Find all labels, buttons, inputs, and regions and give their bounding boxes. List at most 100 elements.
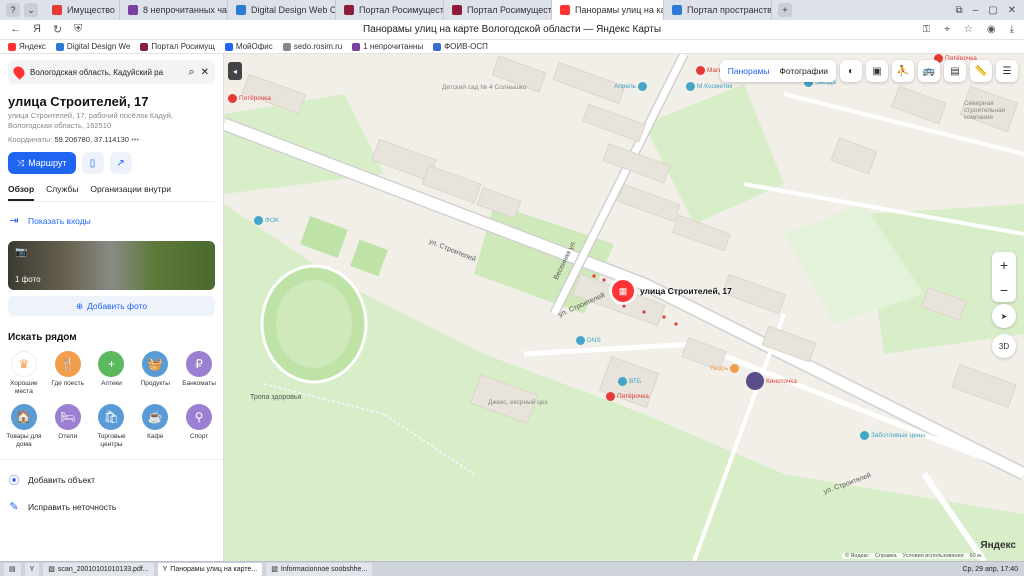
share-button[interactable]: ↗	[109, 152, 132, 174]
nearby-category[interactable]: 🛍 Торговые центры	[90, 404, 134, 449]
extensions-icon[interactable]: ◉	[987, 24, 996, 35]
nearby-category[interactable]: 🛏 Отели	[46, 404, 90, 449]
locate-me-icon[interactable]: ➤	[992, 304, 1016, 328]
map-canvas[interactable]	[224, 54, 1024, 561]
taskbar-item-browser[interactable]: Y Панорамы улиц на карте...	[157, 562, 263, 576]
bookmark-item[interactable]: Digital Design We	[55, 42, 131, 51]
zoom-in-button[interactable]: +	[1000, 257, 1008, 273]
show-entrances-link[interactable]: ⇥ Показать входы	[8, 214, 215, 227]
add-photo-button[interactable]: ⊕ Добавить фото	[8, 296, 215, 316]
search-box[interactable]: Вологодская область, Кадуйский ра ⌕ ✕	[8, 60, 215, 84]
poi-fok[interactable]: ФОК	[254, 216, 279, 225]
search-input[interactable]: Вологодская область, Кадуйский ра	[30, 68, 182, 77]
minimize-icon[interactable]: –	[973, 5, 979, 16]
selected-address-pin[interactable]: ▦ улица Строителей, 17	[612, 280, 732, 302]
nearby-category[interactable]: 🏠 Товары для дома	[2, 404, 46, 449]
browser-tab[interactable]: Digital Design Web Client	[228, 0, 336, 20]
search-icon[interactable]: ⌕	[188, 66, 194, 79]
browser-tab[interactable]: Портал пространственн	[664, 0, 772, 20]
bookmark-item[interactable]: ФОИВ-ОСП	[433, 42, 488, 51]
bookmark-label: Digital Design We	[66, 42, 131, 51]
poi-pyaterochka-2[interactable]: Пятёрочка	[606, 392, 649, 401]
page-title[interactable]: Панорамы улиц на карте Вологодской облас…	[0, 24, 1024, 35]
poi-yakor[interactable]: Якорь	[710, 364, 740, 373]
3d-button[interactable]: 3D	[992, 334, 1016, 358]
browser-tab[interactable]: 8 непрочитанных чатов	[120, 0, 228, 20]
nearby-category[interactable]: ⚲ Спорт	[177, 404, 221, 449]
nearby-category[interactable]: ☕ Кафе	[133, 404, 177, 449]
poi-zabotlivye-ceny[interactable]: Заботливые цены	[860, 431, 925, 440]
nearby-category[interactable]: ♛ Хорошие места	[2, 351, 46, 396]
browser-tab[interactable]: Портал Росимущества	[444, 0, 552, 20]
poi-pyaterochka[interactable]: Пятёрочка	[228, 94, 271, 103]
tab-organizations[interactable]: Организации внутри	[90, 184, 171, 201]
taskbar-item-document[interactable]: ▧ Informacionnoe soobshhe...	[266, 562, 373, 576]
bookmark-button[interactable]: ▯	[81, 152, 104, 174]
nearby-category[interactable]: 🧺 Продукты	[133, 351, 177, 396]
bookmark-item[interactable]: Портал Росимущ	[140, 42, 215, 51]
nearby-category[interactable]: ₽ Банкоматы	[177, 351, 221, 396]
photos-button[interactable]: Фотографии	[779, 66, 828, 76]
browser-tab[interactable]: Панорамы улиц на карт✕	[552, 0, 664, 20]
window-menu-icon[interactable]: ?	[6, 3, 20, 17]
reload-icon[interactable]: ↻	[53, 23, 62, 36]
browser-toolbar: ← Я ↻ ⛨ Панорамы улиц на карте Вологодск…	[0, 20, 1024, 40]
layers-icon[interactable]: ◐	[840, 60, 862, 82]
transport-icon[interactable]: 🚌	[918, 60, 940, 82]
browser-tab[interactable]: Портал Росимущества	[336, 0, 444, 20]
bookmark-favicon-icon	[352, 42, 361, 51]
browser-tab[interactable]: Имущество	[44, 0, 120, 20]
bookmark-item[interactable]: 1 непрочитанны	[352, 42, 423, 51]
tabs-dropdown-icon[interactable]: ⌄	[24, 3, 38, 17]
fix-error-link[interactable]: ✎ Исправить неточность	[8, 500, 215, 513]
help-link[interactable]: Справка	[875, 553, 897, 559]
tab-label: 8 непрочитанных чатов	[143, 5, 227, 15]
coordinates-label: Координаты:	[8, 135, 53, 144]
coordinates: Координаты: 59.206780, 37.114130 •••	[8, 135, 215, 144]
camera-layer-icon[interactable]: ▣	[866, 60, 888, 82]
bookmark-item[interactable]: МойОфис	[224, 42, 273, 51]
poi-vtb[interactable]: ВТБ	[618, 377, 641, 386]
poi-dns[interactable]: DNS	[576, 336, 601, 345]
maximize-icon[interactable]: ▢	[988, 5, 997, 16]
poi-mkosmetik[interactable]: М.Косметик	[686, 82, 732, 91]
taskbar-item-pdf[interactable]: ▧ scan_20010101010133.pdf...	[43, 562, 154, 576]
nearby-category[interactable]: 🍴 Где поесть	[46, 351, 90, 396]
bookmark-item[interactable]: Яндекс	[8, 42, 46, 51]
menu-icon[interactable]: ☰	[996, 60, 1018, 82]
yandex-browser-icon[interactable]: Я	[33, 23, 41, 36]
poi-kinotochka[interactable]: Киноточка	[746, 372, 797, 390]
more-icon[interactable]: •••	[131, 135, 139, 144]
panoramas-button[interactable]: Панорамы	[728, 66, 770, 76]
nearby-category[interactable]: + Аптеки	[90, 351, 134, 396]
traffic-icon[interactable]: ▤	[944, 60, 966, 82]
shield-icon[interactable]: ⛨	[74, 23, 82, 36]
bookmark-item[interactable]: sedo.rosim.ru	[282, 42, 342, 51]
browser-launcher-icon[interactable]: Y	[24, 562, 40, 576]
panorama-person-icon[interactable]: ⛹	[892, 60, 914, 82]
place-photo[interactable]: 📷 1 фото	[8, 241, 215, 290]
back-icon[interactable]: ←	[10, 23, 21, 36]
map-view[interactable]: ◂ ул. Строителей ул. Строителей ул. Стро…	[224, 54, 1024, 561]
clear-search-icon[interactable]: ✕	[201, 67, 209, 78]
coordinates-value[interactable]: 59.206780, 37.114130	[54, 135, 129, 144]
zoom-out-button[interactable]: −	[1000, 282, 1008, 298]
terms-link[interactable]: Условия использования	[903, 553, 964, 559]
start-menu-icon[interactable]: ▤	[4, 562, 21, 576]
tab-services[interactable]: Службы	[46, 184, 78, 201]
poi-aprel[interactable]: Апрель	[614, 82, 648, 91]
category-label: Спорт	[189, 433, 209, 440]
add-object-link[interactable]: ⦿ Добавить объект	[8, 472, 215, 488]
bookmarks-icon[interactable]: ⧉	[955, 5, 962, 16]
new-tab-button[interactable]: +	[778, 3, 792, 17]
key-icon[interactable]: ⚿	[923, 24, 931, 35]
tab-overview[interactable]: Обзор	[8, 184, 35, 201]
collapse-sidebar-icon[interactable]: ◂	[228, 62, 242, 80]
download-icon[interactable]: ⤓	[1010, 24, 1014, 35]
place-tabs: Обзор Службы Организации внутри	[8, 184, 215, 202]
close-window-icon[interactable]: ✕	[1008, 5, 1016, 16]
location-icon[interactable]: ⌖	[944, 24, 950, 35]
route-button[interactable]: ⤨ Маршрут	[8, 152, 76, 174]
bookmark-star-icon[interactable]: ☆	[964, 24, 973, 35]
ruler-icon[interactable]: 📏	[970, 60, 992, 82]
